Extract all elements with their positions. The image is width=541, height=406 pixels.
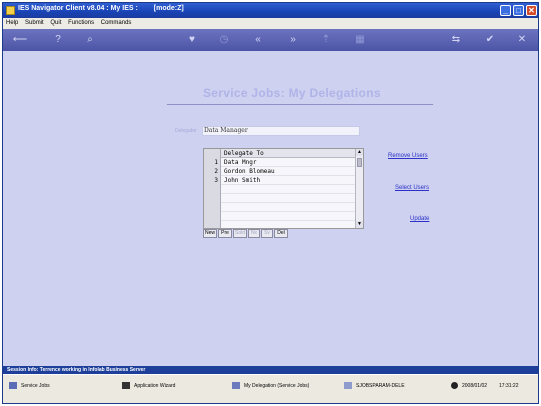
remove-users-link[interactable]: Remove Users	[388, 153, 428, 159]
window-mode: [mode:Z]	[153, 5, 184, 12]
service-jobs-icon	[9, 382, 17, 390]
status-label: Service Jobs	[21, 383, 50, 389]
close-button[interactable]: ✕	[526, 5, 537, 16]
row-number: 1	[214, 159, 218, 166]
wizard-icon	[122, 382, 130, 390]
new-button[interactable]: New	[203, 229, 217, 238]
delegator-label: Delegator	[175, 128, 197, 134]
title-divider	[167, 104, 433, 105]
menu-bar: Help Submit Quit Functions Commands	[3, 18, 538, 29]
main-content: Service Jobs: My Delegations Delegator D…	[3, 51, 538, 366]
history-icon[interactable]: ◷	[217, 33, 231, 47]
confirm-icon[interactable]: ✔	[483, 33, 497, 47]
window-title-text: IES Navigator Client v8.04 : My IES :	[18, 5, 138, 12]
upload-icon[interactable]: ⇡	[319, 33, 333, 47]
status-time: 17:31:22	[499, 383, 519, 389]
app-icon	[6, 6, 15, 15]
grid-empty-row[interactable]	[221, 194, 355, 203]
status-bar: Service Jobs Application Wizard My Deleg…	[3, 374, 538, 403]
grid-scrollbar[interactable]: ▲ ▼	[355, 149, 363, 228]
grid-empty-row[interactable]	[221, 185, 355, 194]
grid-row[interactable]: Data Mngr	[221, 158, 355, 167]
next-button[interactable]: Nx	[248, 229, 260, 238]
row-number: 3	[214, 177, 218, 184]
menu-help[interactable]: Help	[6, 20, 18, 26]
delegator-field[interactable]: Data Manager	[202, 126, 360, 136]
delete-button[interactable]: Del	[274, 229, 288, 238]
menu-submit[interactable]: Submit	[25, 20, 44, 26]
back-icon[interactable]: ⟵	[9, 33, 31, 47]
grid-column-header[interactable]: Delegate To	[221, 149, 355, 158]
menu-commands[interactable]: Commands	[101, 20, 132, 26]
page-title: Service Jobs: My Delegations	[203, 86, 381, 100]
status-screen-code[interactable]: SJOBSPARAM-DELE	[344, 380, 405, 392]
grid-empty-row[interactable]	[221, 212, 355, 221]
favorite-icon[interactable]: ♥	[185, 33, 199, 47]
next-icon[interactable]: »	[286, 33, 300, 47]
status-service-jobs[interactable]: Service Jobs	[9, 380, 50, 392]
delegation-icon	[232, 382, 240, 390]
clock-icon	[451, 382, 458, 390]
grid-empty-row[interactable]	[221, 203, 355, 212]
toolbar: ⟵ ? ⌕ ♥ ◷ « » ⇡ ▦ ⇆ ✔ ✕	[3, 29, 538, 51]
previous-icon[interactable]: «	[251, 33, 265, 47]
status-label: SJOBSPARAM-DELE	[356, 383, 405, 389]
update-link[interactable]: Update	[410, 216, 429, 222]
app-window: IES Navigator Client v8.04 : My IES : [m…	[2, 2, 539, 404]
help-icon[interactable]: ?	[51, 33, 65, 47]
scroll-down-icon[interactable]: ▼	[356, 221, 363, 228]
grid-icon[interactable]: ▦	[353, 33, 367, 47]
session-info: Session Info: Terrence working in Infola…	[3, 366, 538, 374]
status-label: My Delegation (Service Jobs)	[244, 383, 310, 389]
menu-quit[interactable]: Quit	[50, 20, 61, 26]
search-icon[interactable]: ⌕	[83, 33, 97, 47]
switch-icon[interactable]: ⇆	[449, 33, 463, 47]
status-my-delegation[interactable]: My Delegation (Service Jobs)	[232, 380, 309, 392]
select-users-link[interactable]: Select Users	[395, 185, 429, 191]
maximize-button[interactable]: □	[513, 5, 524, 16]
status-clock: 2008/01/02 17:31:22	[451, 380, 519, 392]
menu-functions[interactable]: Functions	[68, 20, 94, 26]
delegates-grid[interactable]: Delegate To 1 Data Mngr 2 Gordon Blomeau…	[203, 148, 364, 229]
cancel-icon[interactable]: ✕	[515, 33, 529, 47]
scroll-up-icon[interactable]: ▲	[356, 149, 363, 156]
status-application-wizard[interactable]: Application Wizard	[122, 380, 175, 392]
window-title: IES Navigator Client v8.04 : My IES : [m…	[18, 5, 198, 12]
screen-icon	[344, 382, 352, 390]
grid-row[interactable]: John Smith	[221, 176, 355, 185]
grid-row[interactable]: Gordon Blomeau	[221, 167, 355, 176]
minimize-button[interactable]: _	[500, 5, 511, 16]
status-date: 2008/01/02	[462, 383, 488, 389]
title-bar[interactable]: IES Navigator Client v8.04 : My IES : [m…	[3, 3, 538, 18]
row-number: 2	[214, 168, 218, 175]
status-label: Application Wizard	[134, 383, 176, 389]
save-button[interactable]: Sv	[261, 229, 273, 238]
sold-button[interactable]: Sold	[233, 229, 247, 238]
previous-button[interactable]: Pre	[218, 229, 232, 238]
scroll-thumb[interactable]	[357, 158, 362, 167]
